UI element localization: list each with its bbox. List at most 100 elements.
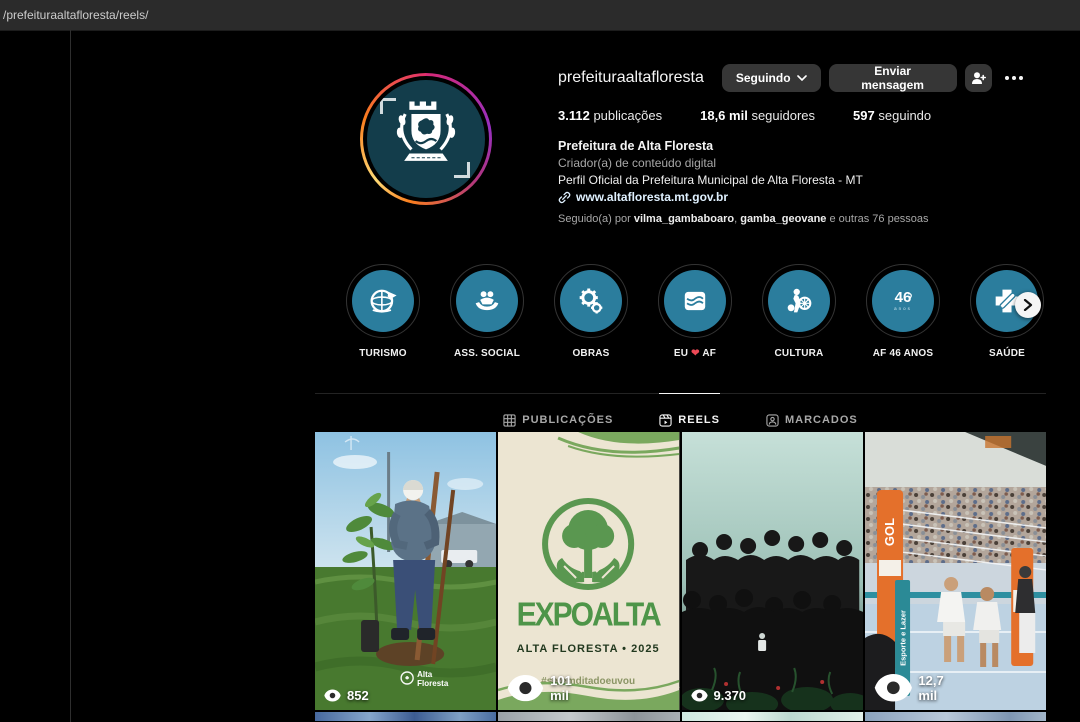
following-stat[interactable]: 597 seguindo xyxy=(853,108,931,123)
highlight-turismo[interactable]: TURISMO xyxy=(331,264,435,359)
view-count: 852 xyxy=(324,688,369,703)
highlight-ass-social[interactable]: ASS. SOCIAL xyxy=(435,264,539,359)
followed-by-prefix: Seguido(a) por xyxy=(558,213,634,225)
gol-post-text: GOL xyxy=(882,518,897,546)
highlight-cultura[interactable]: CULTURA xyxy=(747,264,851,359)
reel-thumbnail-volleyball[interactable]: GOL Esporte e Laz xyxy=(865,432,1046,710)
view-count-value: 12,7 mil xyxy=(918,673,944,703)
followers-stat[interactable]: 18,6 mil seguidores xyxy=(700,108,815,123)
bio-text: Perfil Oficial da Prefeitura Municipal d… xyxy=(558,173,1028,187)
tab-marcados[interactable]: MARCADOS xyxy=(766,393,858,433)
svg-text:anos: anos xyxy=(894,306,912,311)
reel-thumbnail-partial[interactable] xyxy=(682,712,863,721)
highlight-label: ASS. SOCIAL xyxy=(454,348,520,359)
profile-header: prefeituraaltafloresta Seguindo Enviar m… xyxy=(558,63,1028,225)
highlight-label: TURISMO xyxy=(359,348,407,359)
following-label: seguindo xyxy=(878,108,931,123)
view-count: 101 mil xyxy=(507,673,574,703)
highlights-next-arrow[interactable] xyxy=(1015,292,1041,318)
views-eye-icon xyxy=(507,674,544,702)
chevron-down-icon xyxy=(797,75,807,81)
tab-label: MARCADOS xyxy=(785,414,858,426)
send-message-label: Enviar mensagem xyxy=(843,64,943,92)
volleyball-match-image: GOL Esporte e Laz xyxy=(865,432,1046,710)
views-eye-icon xyxy=(874,673,913,703)
posts-label: publicações xyxy=(593,108,662,123)
gears-icon xyxy=(574,284,608,318)
followers-label: seguidores xyxy=(751,108,815,123)
followers-count: 18,6 mil xyxy=(700,108,748,123)
profile-avatar-story-ring[interactable] xyxy=(360,73,492,205)
photo-card-icon xyxy=(678,284,712,318)
following-button[interactable]: Seguindo xyxy=(722,64,821,92)
frame-corner xyxy=(380,98,396,114)
reels-icon xyxy=(659,414,672,427)
grid-icon xyxy=(503,414,516,427)
highlight-label: SAÚDE xyxy=(989,348,1025,359)
profile-tabs: PUBLICAÇÕES REELS MARCADOS xyxy=(315,393,1046,433)
browser-url-bar[interactable]: /prefeituraaltafloresta/reels/ xyxy=(0,0,1080,31)
reel-thumbnail-partial[interactable] xyxy=(865,712,1046,721)
views-eye-icon xyxy=(691,689,708,702)
chevron-right-icon xyxy=(1023,299,1033,311)
url-path: /prefeituraaltafloresta/reels/ xyxy=(0,8,148,22)
link-icon xyxy=(558,191,571,204)
view-count: 9.370 xyxy=(691,688,747,703)
esporte-lazer-band-text: Esporte e Lazer xyxy=(898,610,907,666)
website-link[interactable]: www.altafloresta.mt.gov.br xyxy=(558,190,1028,204)
account-category: Criador(a) de conteúdo digital xyxy=(558,156,1028,170)
highlight-eu-af[interactable]: EU ❤ AF xyxy=(643,264,747,359)
window-divider xyxy=(70,30,71,722)
watermark-line1: Alta xyxy=(417,670,433,679)
highlight-label: CULTURA xyxy=(775,348,824,359)
following-count: 597 xyxy=(853,108,875,123)
instagram-profile-page: /prefeituraaltafloresta/reels/ xyxy=(0,0,1080,722)
highlight-label: AF 46 ANOS xyxy=(873,348,934,359)
tab-label: REELS xyxy=(678,414,720,426)
reels-grid: Alta Floresta 852 xyxy=(315,432,1046,721)
views-eye-icon xyxy=(324,689,341,702)
tab-publicacoes[interactable]: PUBLICAÇÕES xyxy=(503,393,613,433)
frame-corner xyxy=(454,162,470,178)
posts-count: 3.112 xyxy=(558,108,590,123)
svg-text:46: 46 xyxy=(895,289,912,306)
highlight-saude[interactable]: SAÚDE xyxy=(955,264,1059,359)
following-button-label: Seguindo xyxy=(736,71,791,85)
tab-label: PUBLICAÇÕES xyxy=(522,414,613,426)
avatar-gap xyxy=(363,76,489,202)
view-count-value: 101 mil xyxy=(550,673,574,703)
send-message-button[interactable]: Enviar mensagem xyxy=(829,64,957,92)
view-count: 12,7 mil xyxy=(874,673,945,703)
followed-by-suffix: e outras 76 pessoas xyxy=(826,213,928,225)
more-options-button[interactable] xyxy=(1000,75,1028,81)
followed-by: Seguido(a) por vilma_gambaboaro, gamba_g… xyxy=(558,213,1028,225)
travel-globe-icon xyxy=(366,284,400,318)
reel-thumbnail-group-photo[interactable]: 9.370 xyxy=(682,432,863,710)
expoalta-poster-image: EXPOALTA ALTA FLORESTA • 2025 #setemdita… xyxy=(498,432,679,710)
hands-community-icon xyxy=(470,284,504,318)
watermark-line2: Floresta xyxy=(417,679,449,688)
display-name: Prefeitura de Alta Floresta xyxy=(558,139,1028,153)
view-count-value: 9.370 xyxy=(714,688,747,703)
tagged-icon xyxy=(766,414,779,427)
posts-stat: 3.112 publicações xyxy=(558,108,662,123)
username: prefeituraaltafloresta xyxy=(558,69,704,87)
highlight-label: OBRAS xyxy=(572,348,609,359)
number-46-icon: 46 anos xyxy=(883,281,923,321)
username-row: prefeituraaltafloresta Seguindo Enviar m… xyxy=(558,63,1028,93)
group-photo-image xyxy=(682,432,863,710)
expoalta-title: EXPOALTA xyxy=(517,595,661,633)
reel-thumbnail-expoalta[interactable]: EXPOALTA ALTA FLORESTA • 2025 #setemdita… xyxy=(498,432,679,710)
tab-reels[interactable]: REELS xyxy=(659,393,720,433)
followed-by-user1[interactable]: vilma_gambaboaro xyxy=(634,213,734,225)
reel-thumbnail-partial[interactable] xyxy=(498,712,679,721)
tree-planting-image: Alta Floresta xyxy=(315,432,496,710)
person-add-icon xyxy=(971,71,986,85)
highlight-label: EU ❤ AF xyxy=(674,348,716,359)
highlight-af-46-anos[interactable]: 46 anos AF 46 ANOS xyxy=(851,264,955,359)
reel-thumbnail-partial[interactable] xyxy=(315,712,496,721)
followed-by-user2[interactable]: gamba_geovane xyxy=(740,213,826,225)
reel-thumbnail-tree-planting[interactable]: Alta Floresta 852 xyxy=(315,432,496,710)
similar-accounts-button[interactable] xyxy=(965,64,992,92)
highlight-obras[interactable]: OBRAS xyxy=(539,264,643,359)
